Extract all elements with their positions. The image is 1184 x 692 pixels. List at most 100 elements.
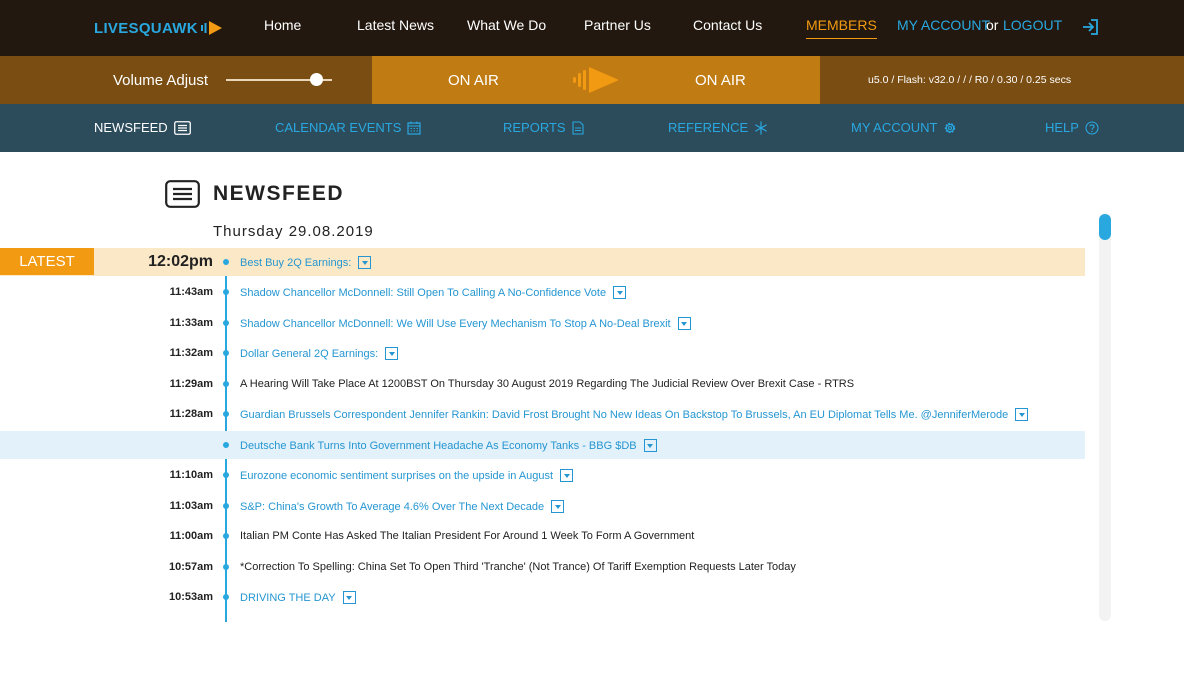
news-item: 11:28am Guardian Brussels Correspondent J… — [0, 400, 1085, 428]
news-item: 10:57am *Correction To Spelling: China Se… — [0, 553, 1085, 581]
nav-home[interactable]: Home — [264, 17, 301, 33]
volume-label: Volume Adjust — [113, 72, 209, 89]
news-time: 11:33am — [169, 317, 213, 329]
tab-newsfeed[interactable]: NEWSFEED — [94, 120, 191, 135]
chevron-down-icon[interactable] — [677, 317, 691, 330]
tab-reference-label: REFERENCE — [668, 120, 749, 135]
nav-my-account[interactable]: MY ACCOUNT — [897, 17, 990, 33]
nav-latest-news[interactable]: Latest News — [357, 17, 434, 33]
list-icon — [173, 120, 191, 135]
tab-reports[interactable]: REPORTS — [503, 120, 584, 135]
nav-logout[interactable]: LOGOUT — [1003, 17, 1062, 33]
tab-calendar-label: CALENDAR EVENTS — [275, 120, 402, 135]
audio-control-bar: Volume Adjust ON AIR ON AIR u5.0 / Flash… — [0, 56, 1184, 104]
scrollbar-track[interactable] — [1099, 213, 1111, 621]
tab-help-label: HELP — [1045, 120, 1079, 135]
news-headline-link[interactable]: Shadow Chancellor McDonnell: Still Open … — [240, 286, 627, 299]
news-headline: A Hearing Will Take Place At 1200BST On … — [240, 378, 854, 390]
news-headline-link[interactable]: S&P: China's Growth To Average 4.6% Over… — [240, 500, 565, 513]
calendar-icon — [407, 121, 422, 135]
news-time: 11:43am — [169, 286, 213, 298]
tab-calendar-events[interactable]: CALENDAR EVENTS — [275, 120, 422, 135]
news-headline-text: A Hearing Will Take Place At 1200BST On … — [240, 378, 855, 390]
news-item: Deutsche Bank Turns Into Government Head… — [0, 431, 1085, 459]
news-headline-text: Eurozone economic sentiment surprises on… — [240, 469, 554, 482]
news-headline-link[interactable]: Best Buy 2Q Earnings: — [240, 256, 372, 269]
tab-help[interactable]: HELP — [1045, 120, 1099, 135]
news-headline-text: Deutsche Bank Turns Into Government Head… — [240, 439, 637, 452]
news-item: 11:32am Dollar General 2Q Earnings: — [0, 339, 1085, 367]
list-icon — [165, 180, 200, 208]
timeline-dot — [223, 564, 229, 570]
news-headline-link[interactable]: Deutsche Bank Turns Into Government Head… — [240, 439, 657, 452]
tab-reference[interactable]: REFERENCE — [668, 120, 768, 135]
nav-or-text: or — [986, 17, 999, 33]
news-headline: *Correction To Spelling: China Set To Op… — [240, 561, 796, 573]
newsfeed-heading: NEWSFEED — [165, 180, 344, 208]
page-title: NEWSFEED — [213, 182, 345, 205]
news-time: 11:28am — [169, 408, 213, 420]
news-headline-text: Guardian Brussels Correspondent Jennifer… — [240, 408, 1009, 421]
news-time: 11:00am — [169, 530, 213, 542]
news-item: 11:29am A Hearing Will Take Place At 1200… — [0, 370, 1085, 398]
livesquawk-logo[interactable]: LIVESQUAWK — [94, 17, 223, 39]
news-item: 11:10am Eurozone economic sentiment surpr… — [0, 461, 1085, 489]
on-air-label-left: ON AIR — [448, 72, 499, 89]
chevron-down-icon[interactable] — [643, 439, 657, 452]
speaker-play-icon[interactable] — [573, 66, 619, 94]
nav-contact-us[interactable]: Contact Us — [693, 17, 762, 33]
news-headline-text: Dollar General 2Q Earnings: — [240, 347, 379, 360]
news-headline-text: *Correction To Spelling: China Set To Op… — [240, 561, 796, 573]
news-headline-text: DRIVING THE DAY — [240, 591, 336, 604]
tab-my-account[interactable]: MY ACCOUNT — [851, 120, 957, 135]
document-icon — [572, 120, 584, 135]
news-headline-link[interactable]: Eurozone economic sentiment surprises on… — [240, 469, 574, 482]
chevron-down-icon[interactable] — [560, 469, 574, 482]
chevron-down-icon[interactable] — [358, 256, 372, 269]
logo-sound-icon — [200, 21, 222, 35]
chevron-down-icon[interactable] — [342, 591, 356, 604]
news-headline-text: Italian PM Conte Has Asked The Italian P… — [240, 530, 695, 542]
feed-date: Thursday 29.08.2019 — [213, 223, 374, 240]
news-item: 11:33am Shadow Chancellor McDonnell: We W… — [0, 309, 1085, 337]
timeline-dot — [223, 442, 229, 448]
news-headline-text: Best Buy 2Q Earnings: — [240, 256, 352, 269]
logout-arrow-icon[interactable] — [1080, 17, 1100, 37]
timeline-dot — [223, 411, 229, 417]
on-air-panel[interactable]: ON AIR ON AIR — [372, 56, 820, 104]
news-item: LATEST 12:02pm Best Buy 2Q Earnings: — [0, 248, 1085, 276]
news-time: 11:03am — [169, 500, 213, 512]
chevron-down-icon[interactable] — [551, 500, 565, 513]
timeline-dot — [223, 320, 229, 326]
news-headline-text: S&P: China's Growth To Average 4.6% Over… — [240, 500, 545, 513]
volume-slider[interactable] — [226, 73, 332, 86]
nav-what-we-do[interactable]: What We Do — [467, 17, 546, 33]
news-headline-link[interactable]: DRIVING THE DAY — [240, 591, 356, 604]
news-time: 11:10am — [169, 469, 213, 481]
logo-text: LIVESQUAWK — [94, 19, 198, 37]
nav-partner-us[interactable]: Partner Us — [584, 17, 651, 33]
news-headline: Italian PM Conte Has Asked The Italian P… — [240, 530, 694, 542]
timeline-dot — [223, 350, 229, 356]
latest-badge: LATEST — [0, 248, 94, 275]
nav-members[interactable]: MEMBERS — [806, 17, 877, 39]
scrollbar-thumb[interactable] — [1099, 214, 1111, 240]
news-headline-link[interactable]: Dollar General 2Q Earnings: — [240, 347, 399, 360]
timeline-dot — [223, 472, 229, 478]
news-headline-text: Shadow Chancellor McDonnell: Still Open … — [240, 286, 607, 299]
news-time: 10:57am — [168, 561, 213, 573]
gear-icon — [945, 122, 956, 133]
timeline-dot — [223, 533, 229, 539]
news-headline-link[interactable]: Guardian Brussels Correspondent Jennifer… — [240, 408, 1029, 421]
chevron-down-icon[interactable] — [385, 347, 399, 360]
news-headline-link[interactable]: Shadow Chancellor McDonnell: We Will Use… — [240, 317, 691, 330]
top-navigation: LIVESQUAWK Home Latest News What We Do P… — [0, 0, 1184, 56]
volume-slider-handle[interactable] — [310, 73, 323, 86]
chevron-down-icon[interactable] — [1015, 408, 1029, 421]
news-item: 11:43am Shadow Chancellor McDonnell: Stil… — [0, 278, 1085, 306]
on-air-label-right: ON AIR — [695, 72, 746, 89]
tab-my-account-label: MY ACCOUNT — [851, 120, 938, 135]
news-item: 11:00am Italian PM Conte Has Asked The It… — [0, 522, 1085, 550]
asterisk-icon — [755, 121, 768, 134]
chevron-down-icon[interactable] — [613, 286, 627, 299]
